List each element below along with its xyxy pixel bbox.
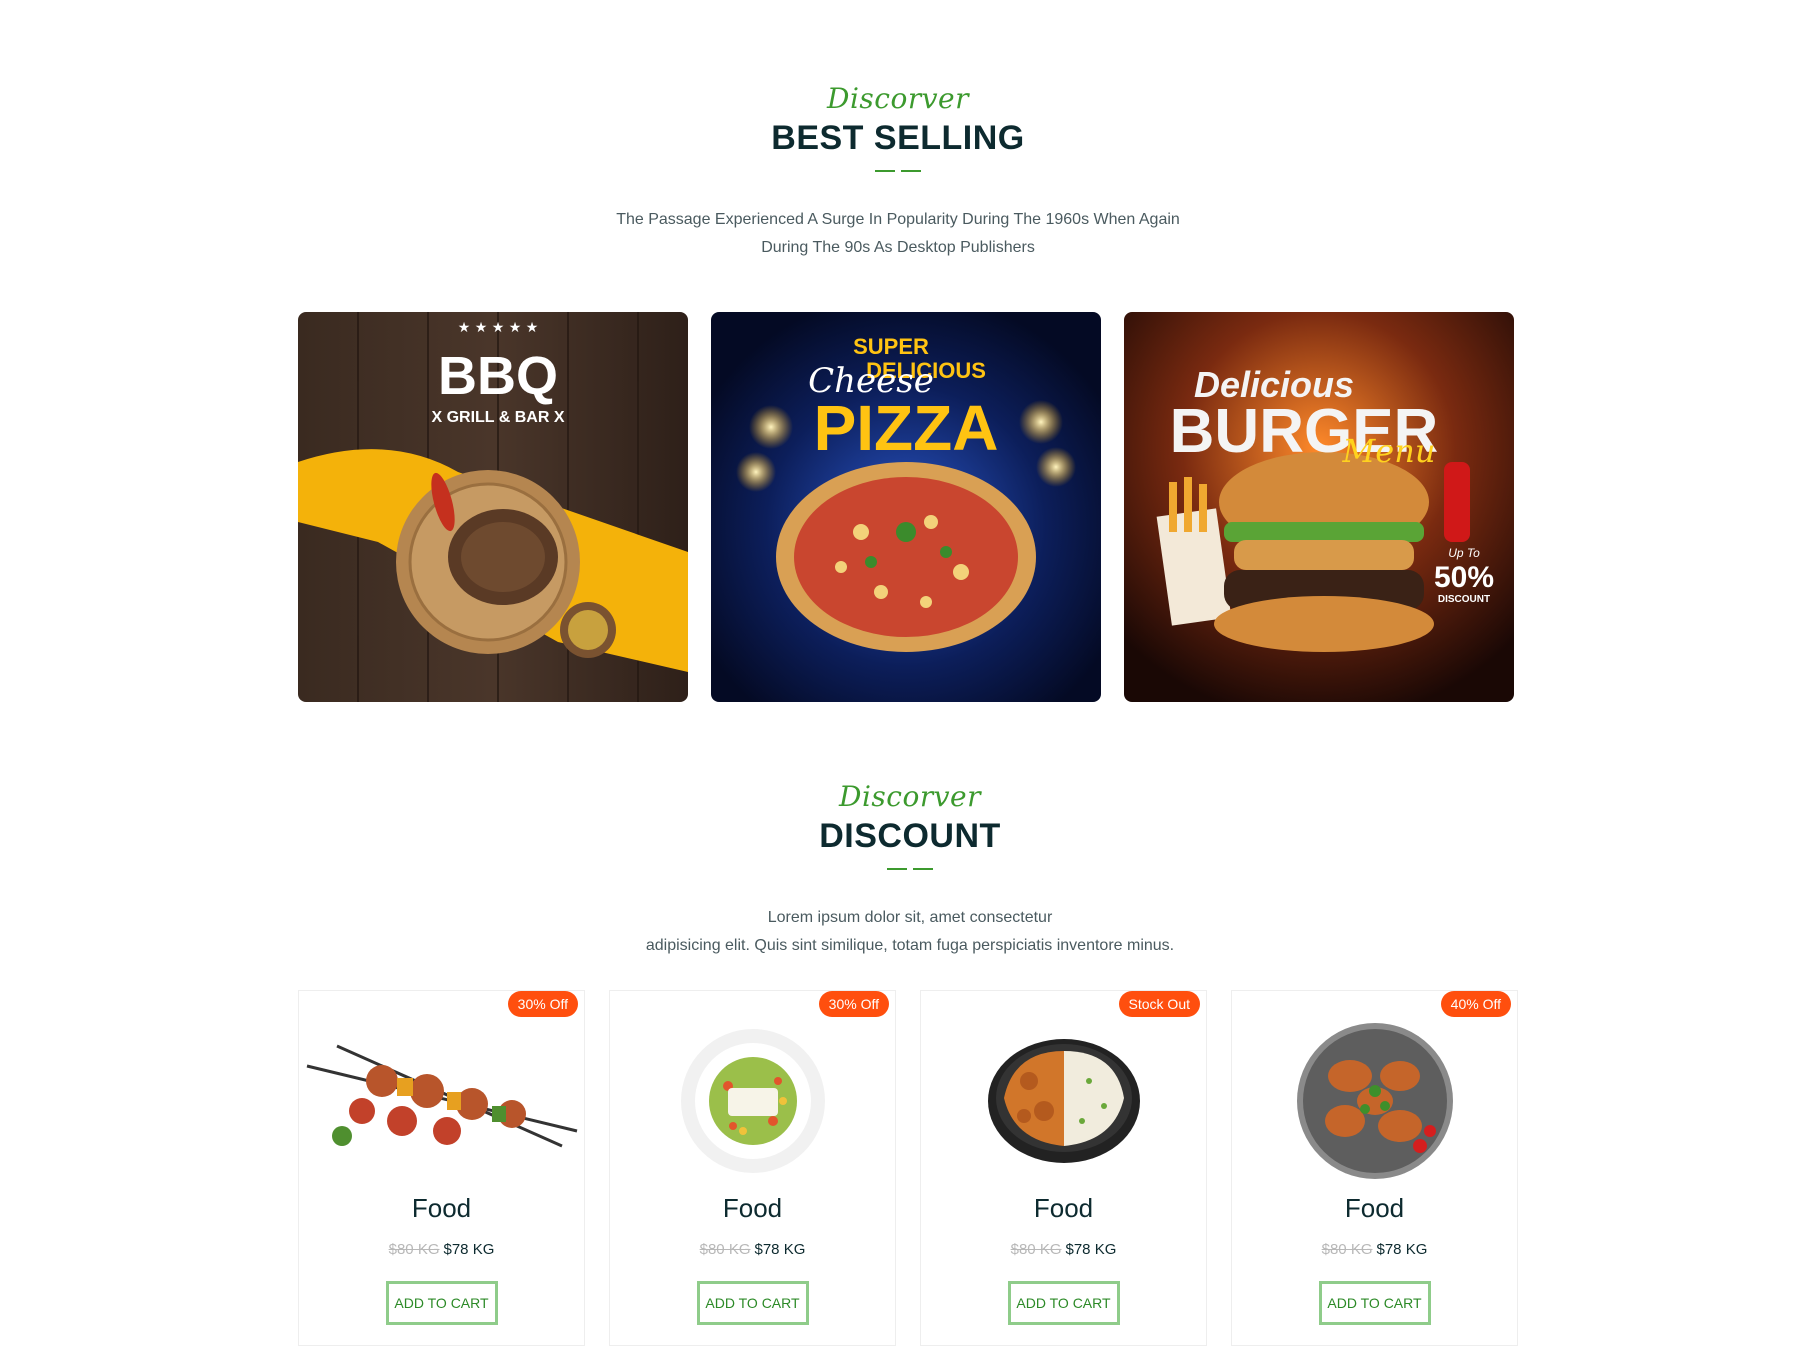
old-price: $80 KG	[699, 1241, 751, 1258]
title-underline	[0, 170, 1796, 172]
fried-chicken-plate-image	[1232, 1021, 1517, 1181]
old-price: $80 KG	[1010, 1241, 1062, 1258]
product-name: Food	[722, 1193, 783, 1223]
product-card[interactable]: 30% Off Food $80 KG $78 KG ADD TO CART	[609, 990, 896, 1346]
current-price: $78 KG	[1376, 1241, 1428, 1258]
burger-promo-label: DISCOUNT	[1438, 594, 1490, 605]
discount-badge: 30% Off	[507, 991, 578, 1017]
subtitle-line: During The 90s As Desktop Publishers	[761, 239, 1035, 256]
subtitle-line: Lorem ipsum dolor sit, amet consectetur	[767, 909, 1053, 926]
burger-promo-big: 50%	[1434, 561, 1494, 594]
burger-banner[interactable]: Delicious BURGER Menu Up To 50% DISCOUNT	[1124, 312, 1514, 702]
curry-rice-bowl-image	[921, 1021, 1206, 1181]
burger-script: Menu	[1342, 432, 1436, 470]
pizza-line1: SUPER	[853, 334, 929, 359]
add-to-cart-button[interactable]: ADD TO CART	[1318, 1281, 1431, 1325]
svg-text:★ ★ ★ ★ ★: ★ ★ ★ ★ ★	[458, 320, 539, 336]
current-price: $78 KG	[1065, 1241, 1117, 1258]
product-name: Food	[1033, 1193, 1094, 1223]
product-price: $80 KG $78 KG	[299, 1241, 584, 1258]
pizza-banner[interactable]: SUPER DELICIOUS Cheese PIZZA	[711, 312, 1101, 702]
product-name: Food	[411, 1193, 472, 1223]
subtitle-line: adipisicing elit. Quis sint similique, t…	[645, 937, 1175, 954]
best-selling-eyebrow: Discorver	[827, 82, 969, 115]
product-card[interactable]: 30% Off Food $80 KG $78 KG ADD TO CART	[298, 990, 585, 1346]
bbq-headline: BBQ	[438, 346, 558, 406]
bbq-tagline: X GRILL & BAR X	[431, 409, 564, 426]
discount-title: DISCOUNT	[819, 817, 1001, 855]
title-underline	[12, 868, 1796, 870]
add-to-cart-button[interactable]: ADD TO CART	[385, 1281, 498, 1325]
subtitle-line: The Passage Experienced A Surge In Popul…	[616, 211, 1180, 228]
current-price: $78 KG	[443, 1241, 495, 1258]
skewers-image	[299, 1021, 584, 1181]
discount-header: Discorver DISCOUNT Lorem ipsum dolor sit…	[12, 780, 1796, 960]
product-price: $80 KG $78 KG	[921, 1241, 1206, 1258]
old-price: $80 KG	[1321, 1241, 1373, 1258]
discount-badge: 30% Off	[818, 991, 889, 1017]
best-selling-header: Discorver BEST SELLING The Passage Exper…	[0, 82, 1796, 262]
add-to-cart-button[interactable]: ADD TO CART	[696, 1281, 809, 1325]
best-selling-title: BEST SELLING	[771, 119, 1025, 157]
product-name: Food	[1344, 1193, 1405, 1223]
discount-badge: 40% Off	[1440, 991, 1511, 1017]
product-price: $80 KG $78 KG	[610, 1241, 895, 1258]
discount-eyebrow: Discorver	[839, 780, 981, 813]
add-to-cart-button[interactable]: ADD TO CART	[1007, 1281, 1120, 1325]
salad-plate-image	[610, 1021, 895, 1181]
discount-subtitle: Lorem ipsum dolor sit, amet consectetur …	[12, 904, 1796, 960]
current-price: $78 KG	[754, 1241, 806, 1258]
bbq-banner[interactable]: ★ ★ ★ ★ ★ BBQ X GRILL & BAR X	[298, 312, 688, 702]
pizza-headline: PIZZA	[814, 392, 999, 464]
product-price: $80 KG $78 KG	[1232, 1241, 1517, 1258]
discount-badge: Stock Out	[1118, 991, 1200, 1017]
burger-promo-small: Up To	[1448, 546, 1480, 560]
product-card[interactable]: 40% Off Food $80 KG $78 KG ADD TO CART	[1231, 990, 1518, 1346]
best-selling-subtitle: The Passage Experienced A Surge In Popul…	[0, 206, 1796, 262]
old-price: $80 KG	[388, 1241, 440, 1258]
product-card[interactable]: Stock Out Food $80 KG $78 KG ADD TO CART	[920, 990, 1207, 1346]
